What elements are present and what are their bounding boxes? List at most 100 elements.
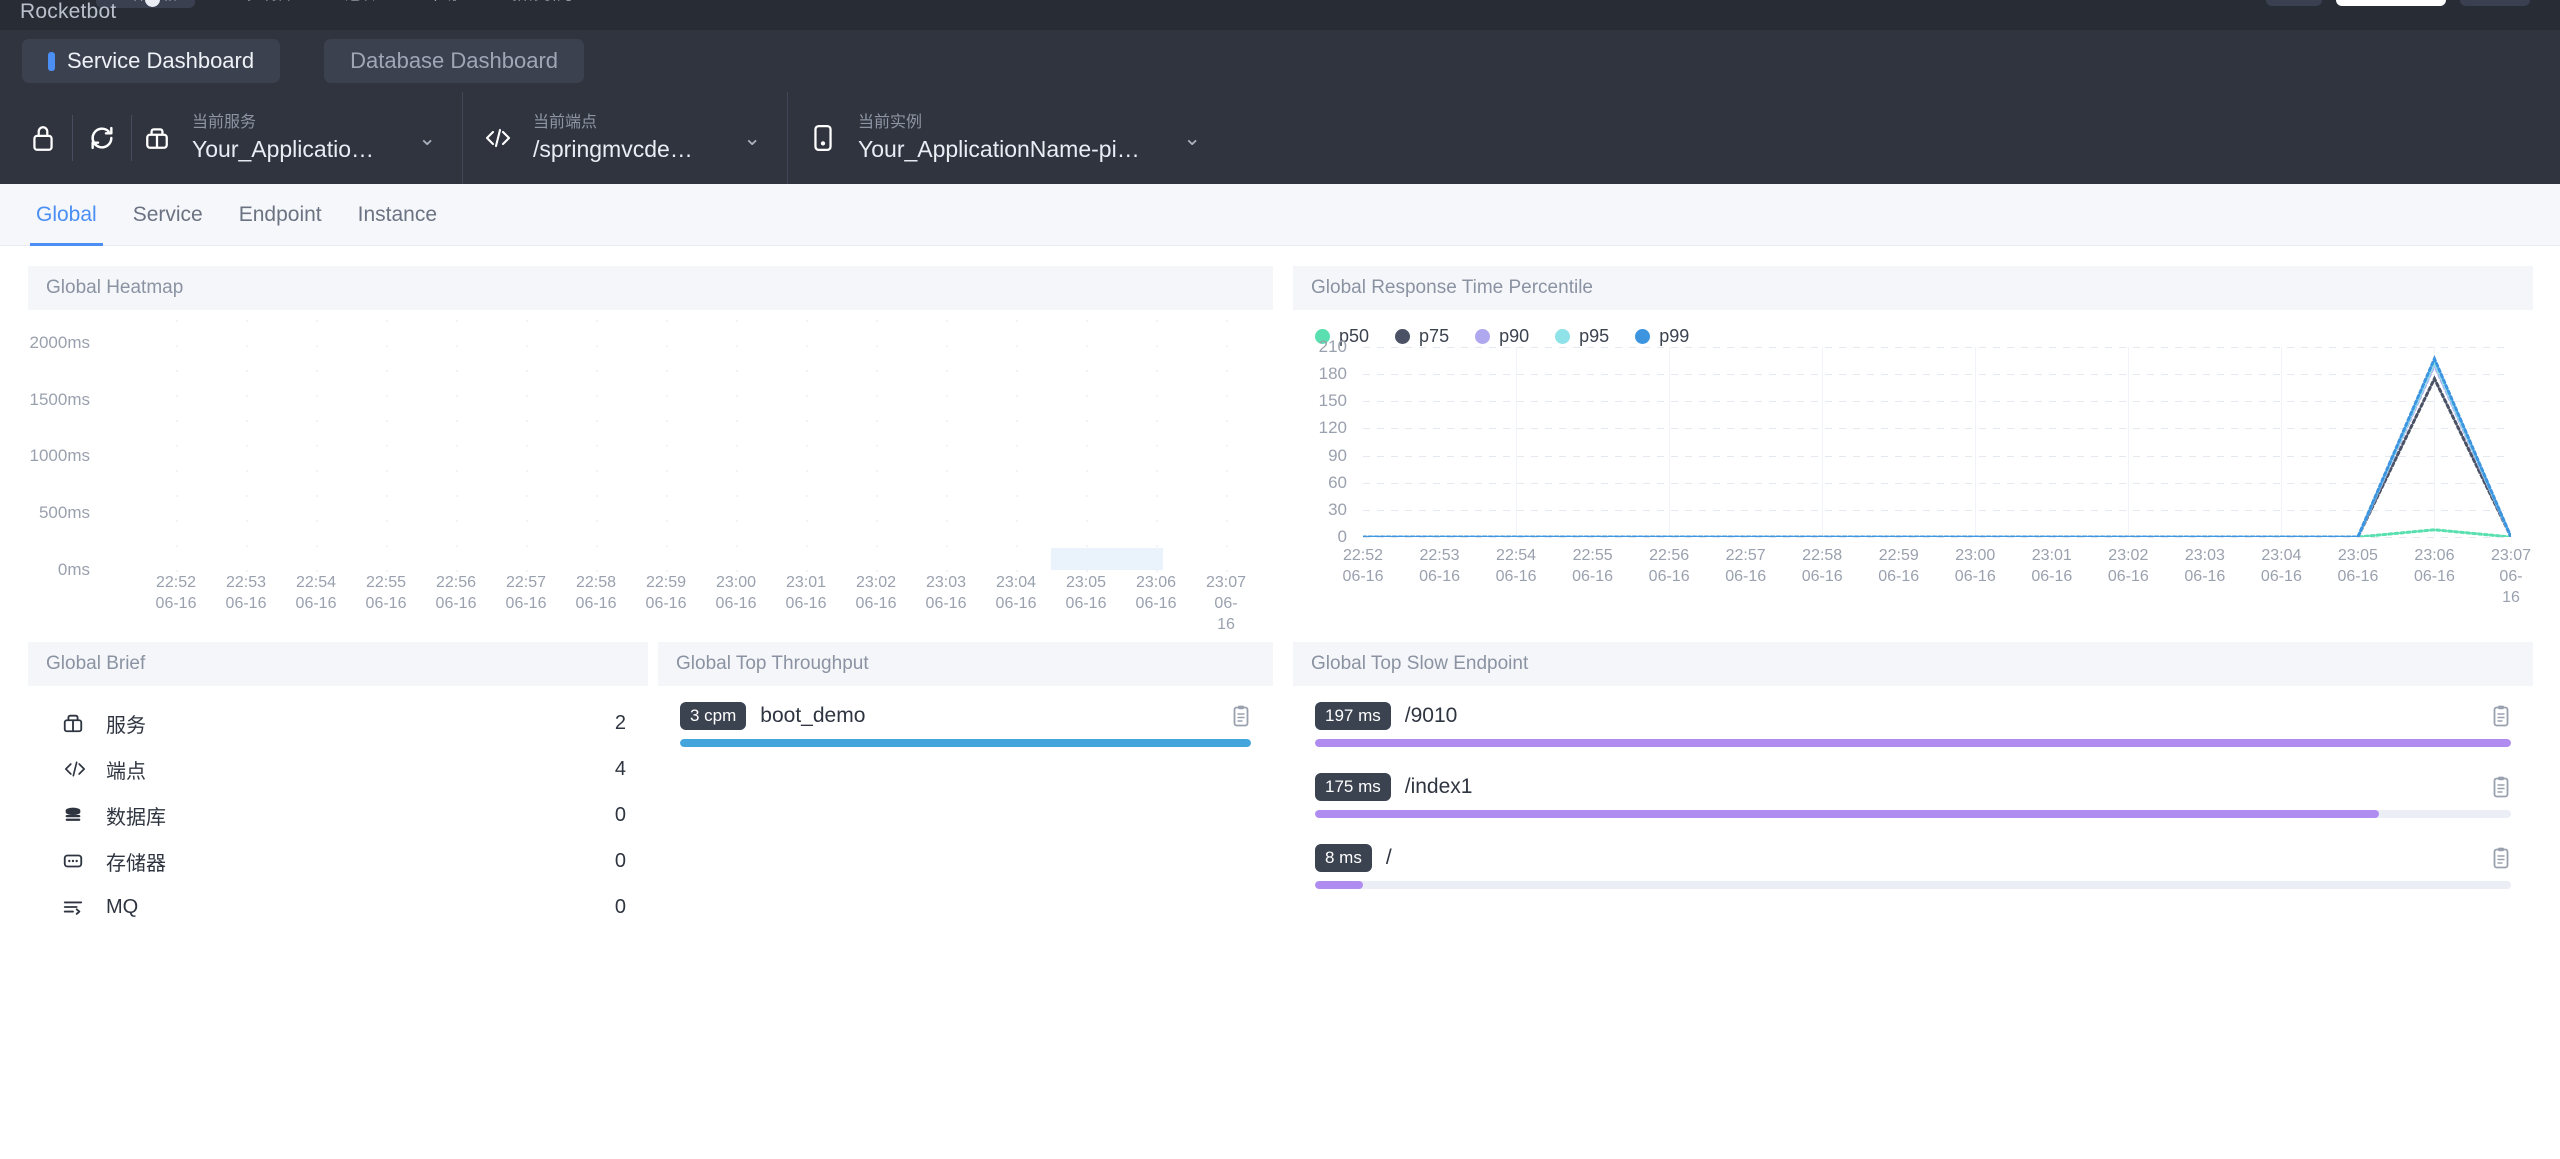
chevron-down-icon[interactable]: ⌄ — [721, 126, 761, 151]
heatmap-grid-dot — [1086, 345, 1088, 347]
selector-service-value: Your_ApplicationName — [192, 135, 379, 162]
rank-item[interactable]: 8 ms / — [1315, 844, 2511, 889]
rank-item[interactable]: 175 ms/index1 — [1315, 773, 2511, 818]
heatmap-grid-dot — [596, 470, 598, 472]
chrome-menu-item-2[interactable]: 选项 — [328, 0, 375, 4]
chrome-menu-item-1[interactable]: 控制台 — [231, 0, 292, 4]
clipboard-icon[interactable] — [2491, 704, 2511, 728]
chrome-pill-runtime[interactable]: 运行时 — [2460, 0, 2530, 6]
percentile-plot[interactable] — [1363, 347, 2511, 538]
chrome-menu-label: 选项 — [345, 0, 375, 4]
percentile-x-tick: 23:02 06-16 — [2107, 547, 2149, 586]
rank-bar-track — [680, 739, 1251, 747]
tab-service-dashboard[interactable]: Service Dashboard — [22, 39, 281, 83]
panel-title: Global Brief — [28, 642, 648, 686]
brief-row[interactable]: MQ 0 — [28, 884, 648, 930]
series-line-p75 — [1363, 375, 2511, 537]
heatmap-grid-dot — [1016, 495, 1018, 497]
selector-service[interactable]: 当前服务 Your_ApplicationName ⌄ — [132, 92, 462, 184]
heatmap-x-tick: 23:01 06-16 — [785, 574, 827, 613]
panel-global-brief: Global Brief 服务 2 端点 4 数据库 0 存储器 0 MQ 0 — [28, 642, 648, 972]
clipboard-icon[interactable] — [2491, 775, 2511, 799]
legend-item-p95[interactable]: p95 — [1555, 326, 1609, 347]
chevron-down-icon[interactable]: ⌄ — [396, 126, 436, 151]
heatmap-grid-dot — [736, 420, 738, 422]
tab-label: Service Dashboard — [67, 48, 255, 73]
heatmap-grid-dot — [386, 470, 388, 472]
lock-button[interactable] — [14, 92, 72, 184]
chrome-menu-label: 帮助 — [428, 0, 458, 4]
brief-row-label: 数据库 — [106, 806, 166, 829]
chevron-down-icon[interactable]: ⌄ — [1161, 126, 1201, 151]
heatmap-grid-dot — [456, 420, 458, 422]
rank-item[interactable]: 197 ms/9010 — [1315, 702, 2511, 747]
refresh-button[interactable] — [73, 92, 131, 184]
heatmap-grid-dot — [736, 470, 738, 472]
heatmap-grid-dot — [246, 495, 248, 497]
subtab-endpoint[interactable]: Endpoint — [221, 184, 340, 246]
heatmap-grid-dot — [1156, 495, 1158, 497]
heatmap-grid-dot — [526, 470, 528, 472]
service-box-icon — [140, 125, 174, 151]
heatmap-grid-dot — [1226, 545, 1228, 547]
heatmap-y-tick: 0ms — [57, 560, 90, 579]
heatmap-grid-dot — [806, 545, 808, 547]
heatmap-grid-dot — [666, 395, 668, 397]
service-box-icon — [62, 712, 96, 734]
selector-instance[interactable]: 当前实例 Your_ApplicationName-pid:51... ⌄ — [787, 92, 1227, 184]
chrome-pill-import[interactable]: 导入 — [2266, 0, 2322, 6]
legend-item-p99[interactable]: p99 — [1635, 326, 1689, 347]
heatmap-grid-dot — [246, 445, 248, 447]
heatmap-plot[interactable] — [141, 320, 1261, 572]
heatmap-grid-dot — [806, 420, 808, 422]
active-marker-icon — [48, 51, 55, 71]
chrome-pill-blank[interactable] — [2336, 0, 2446, 6]
percentile-y-tick: 60 — [1328, 472, 1347, 492]
chrome-menu-label: 指标引光 — [512, 0, 572, 4]
rank-item[interactable]: 3 cpm boot_demo — [680, 702, 1251, 747]
rank-bar-fill — [1315, 810, 2380, 818]
heatmap-grid-dot — [946, 445, 948, 447]
panel-top-throughput: Global Top Throughput 3 cpm boot_demo — [658, 642, 1273, 972]
heatmap-grid-dot — [176, 395, 178, 397]
brief-row[interactable]: 服务 2 — [28, 700, 648, 746]
heatmap-grid-dot — [246, 320, 248, 322]
brief-row[interactable]: 端点 4 — [28, 746, 648, 792]
heatmap-grid-dot — [876, 370, 878, 372]
heatmap-grid-dot — [1156, 445, 1158, 447]
chrome-menu-item-3[interactable]: 帮助 — [411, 0, 458, 4]
heatmap-grid-dot — [876, 520, 878, 522]
heatmap-grid-dot — [806, 370, 808, 372]
heatmap-grid-dot — [666, 345, 668, 347]
heatmap-grid-dot — [1016, 345, 1018, 347]
heatmap-grid-dot — [806, 395, 808, 397]
subtab-service[interactable]: Service — [115, 184, 221, 246]
heatmap-grid-dot — [1226, 495, 1228, 497]
heatmap-grid-dot — [316, 545, 318, 547]
heatmap-grid-dot — [666, 445, 668, 447]
heatmap-cell[interactable] — [1051, 548, 1163, 570]
legend-item-p75[interactable]: p75 — [1395, 326, 1449, 347]
clipboard-icon[interactable] — [1231, 704, 1251, 728]
percentile-x-tick: 23:07 06-16 — [2490, 547, 2532, 607]
heatmap-x-tick: 23:07 06-16 — [1205, 574, 1247, 634]
subtab-instance[interactable]: Instance — [340, 184, 455, 246]
panel-title: Global Top Throughput — [658, 642, 1273, 686]
heatmap-grid-dot — [1086, 470, 1088, 472]
panel-title: Global Response Time Percentile — [1293, 266, 2533, 310]
heatmap-grid-dot — [876, 320, 878, 322]
heatmap-grid-dot — [246, 520, 248, 522]
tab-database-dashboard[interactable]: Database Dashboard — [324, 39, 585, 83]
clipboard-icon[interactable] — [2491, 846, 2511, 870]
heatmap-grid-dot — [806, 445, 808, 447]
selector-endpoint[interactable]: 当前端点 /springmvcdemo/ ⌄ — [462, 92, 787, 184]
chrome-menu-item-4[interactable]: 指标引光 — [494, 0, 572, 4]
heatmap-grid-dot — [456, 495, 458, 497]
heatmap-grid-dot — [526, 395, 528, 397]
heatmap-grid-dot — [176, 370, 178, 372]
subtab-global[interactable]: Global — [18, 184, 115, 246]
scope-subtabs: Global Service Endpoint Instance — [0, 184, 2560, 246]
legend-item-p90[interactable]: p90 — [1475, 326, 1529, 347]
brief-row[interactable]: 数据库 0 — [28, 792, 648, 838]
brief-row[interactable]: 存储器 0 — [28, 838, 648, 884]
